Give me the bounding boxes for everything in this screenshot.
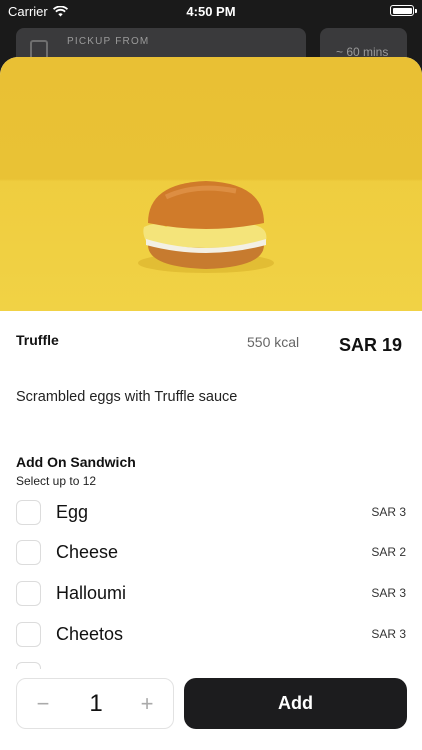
addon-price: SAR 3	[371, 586, 406, 600]
quantity-stepper: − 1 +	[16, 678, 174, 729]
addon-price: SAR 3	[371, 505, 406, 519]
battery-icon	[390, 5, 417, 16]
addon-label: Cheese	[56, 542, 119, 562]
addon-price: SAR 3	[371, 627, 406, 641]
item-name: Truffle	[16, 332, 59, 348]
status-bar: Carrier 4:50 PM	[0, 0, 422, 24]
increment-button[interactable]: +	[137, 691, 157, 717]
addon-option-halloumi[interactable]: Halloumi SAR 3	[0, 581, 422, 613]
addon-label: Halloumi	[56, 583, 127, 603]
addon-option-cheetos[interactable]: Cheetos SAR 3	[0, 622, 422, 654]
decrement-button[interactable]: −	[33, 691, 53, 717]
addon-price: SAR 2	[371, 545, 406, 559]
addon-checkbox[interactable]	[16, 540, 41, 565]
item-description: Scrambled eggs with Truffle sauce	[16, 389, 238, 405]
addon-option-egg[interactable]: Egg SAR 3	[0, 500, 422, 532]
item-detail-sheet: Truffle 550 kcal SAR 19 Scrambled eggs w…	[0, 57, 422, 750]
addon-label: Egg	[56, 502, 89, 522]
item-image	[0, 57, 422, 311]
addon-option-cheese[interactable]: Cheese SAR 2	[0, 540, 422, 572]
addon-checkbox[interactable]	[16, 622, 41, 647]
sandwich-image	[138, 181, 274, 273]
quantity-value: 1	[89, 690, 103, 717]
status-time: 4:50 PM	[186, 4, 236, 19]
item-calories: 550 kcal	[247, 334, 300, 350]
addon-checkbox[interactable]	[16, 500, 41, 525]
item-price: SAR 19	[338, 335, 402, 355]
addon-section-subtitle: Select up to 12	[16, 474, 97, 488]
addon-label: Cheetos	[56, 624, 124, 644]
addon-section-title: Add On Sandwich	[16, 454, 136, 470]
pickup-label: PICKUP FROM	[67, 36, 150, 47]
order-bar: − 1 + Add	[0, 669, 422, 750]
addon-checkbox[interactable]	[16, 581, 41, 606]
add-to-cart-button[interactable]: Add	[184, 678, 407, 729]
